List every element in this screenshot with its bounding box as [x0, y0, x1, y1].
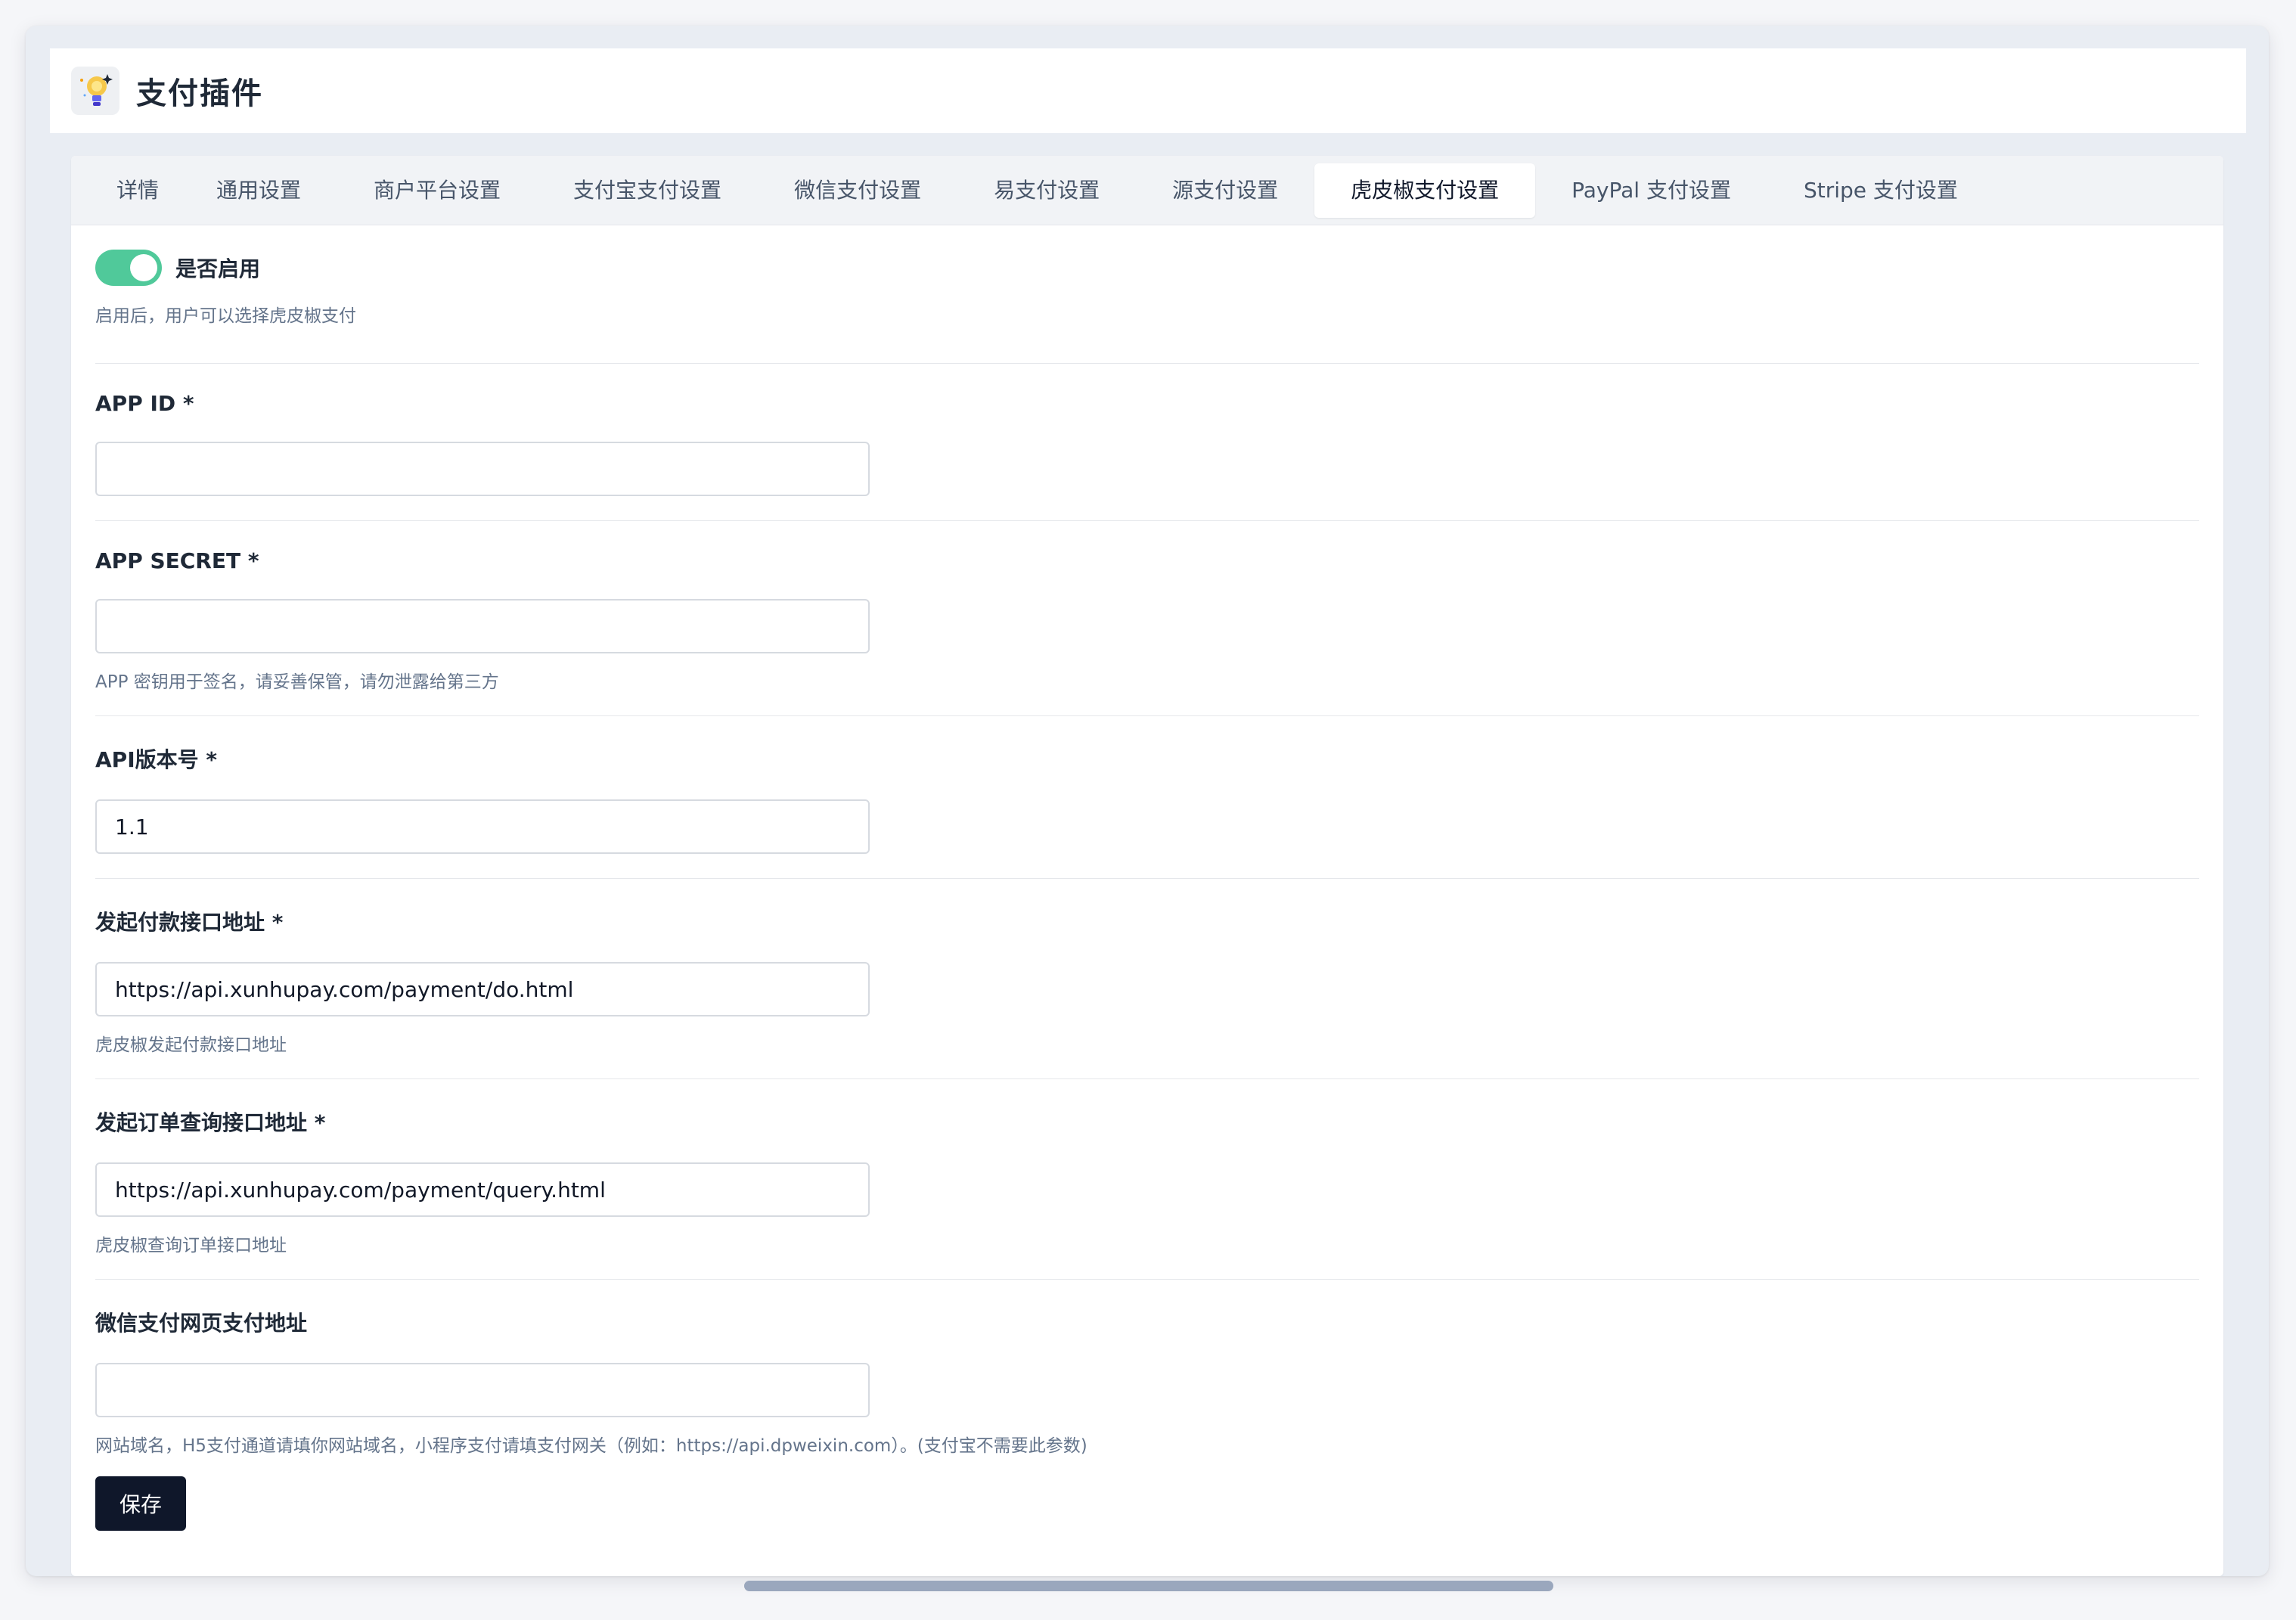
pay-url-label: 发起付款接口地址 * — [95, 910, 284, 935]
query-url-input[interactable] — [95, 1162, 870, 1217]
tab-general-settings[interactable]: 通用设置 — [180, 163, 337, 218]
save-button[interactable]: 保存 — [95, 1476, 186, 1531]
tab-stripe-settings[interactable]: Stripe 支付设置 — [1767, 163, 1994, 218]
enable-row: 是否启用 — [95, 248, 2199, 287]
app-secret-input[interactable] — [95, 599, 870, 653]
wechat-url-label: 微信支付网页支付地址 — [95, 1311, 308, 1336]
divider — [95, 1279, 2199, 1280]
app-secret-label: APP SECRET * — [95, 548, 259, 573]
page-title: 支付插件 — [136, 76, 263, 111]
tab-wechat-pay-settings[interactable]: 微信支付设置 — [758, 163, 957, 218]
enable-toggle[interactable] — [95, 250, 162, 286]
tab-bar: 详情 通用设置 商户平台设置 支付宝支付设置 微信支付设置 易支付设置 源支付设… — [71, 156, 2223, 225]
divider — [95, 1078, 2199, 1079]
divider — [95, 878, 2199, 879]
settings-card: 详情 通用设置 商户平台设置 支付宝支付设置 微信支付设置 易支付设置 源支付设… — [71, 156, 2223, 1576]
wechat-url-hint: 网站域名，H5支付通道请填你网站域名，小程序支付请填支付网关（例如：https:… — [95, 1436, 1087, 1456]
query-url-hint: 虎皮椒查询订单接口地址 — [95, 1236, 287, 1255]
tab-merchant-platform-settings[interactable]: 商户平台设置 — [337, 163, 537, 218]
tab-details[interactable]: 详情 — [77, 163, 180, 218]
api-version-label: API版本号 * — [95, 747, 218, 772]
wechat-url-input[interactable] — [95, 1363, 870, 1417]
enable-label: 是否启用 — [175, 256, 261, 281]
tab-alipay-settings[interactable]: 支付宝支付设置 — [537, 163, 758, 218]
tab-yuanpay-settings[interactable]: 源支付设置 — [1136, 163, 1314, 218]
enable-hint: 启用后，用户可以选择虎皮椒支付 — [95, 306, 356, 326]
toggle-knob — [130, 254, 157, 281]
divider — [95, 363, 2199, 364]
tab-xunhupay-settings[interactable]: 虎皮椒支付设置 — [1314, 163, 1536, 218]
horizontal-scrollbar[interactable] — [744, 1581, 1553, 1591]
tab-paypal-settings[interactable]: PayPal 支付设置 — [1535, 163, 1767, 218]
api-version-input[interactable] — [95, 799, 870, 854]
app-window: 支付插件 详情 通用设置 商户平台设置 支付宝支付设置 微信支付设置 易支付设置… — [26, 26, 2269, 1576]
divider — [95, 715, 2199, 716]
pay-url-input[interactable] — [95, 962, 870, 1016]
pay-url-hint: 虎皮椒发起付款接口地址 — [95, 1035, 287, 1055]
query-url-label: 发起订单查询接口地址 * — [95, 1110, 326, 1135]
divider — [95, 520, 2199, 521]
app-id-label: APP ID * — [95, 391, 194, 416]
form-content: 是否启用 启用后，用户可以选择虎皮椒支付 APP ID * APP SECRET… — [71, 248, 2223, 1531]
tab-yipay-settings[interactable]: 易支付设置 — [957, 163, 1136, 218]
plugin-bulb-icon — [71, 67, 119, 115]
page-header: 支付插件 — [50, 48, 2246, 133]
app-id-input[interactable] — [95, 442, 870, 496]
app-secret-hint: APP 密钥用于签名，请妥善保管，请勿泄露给第三方 — [95, 672, 499, 692]
